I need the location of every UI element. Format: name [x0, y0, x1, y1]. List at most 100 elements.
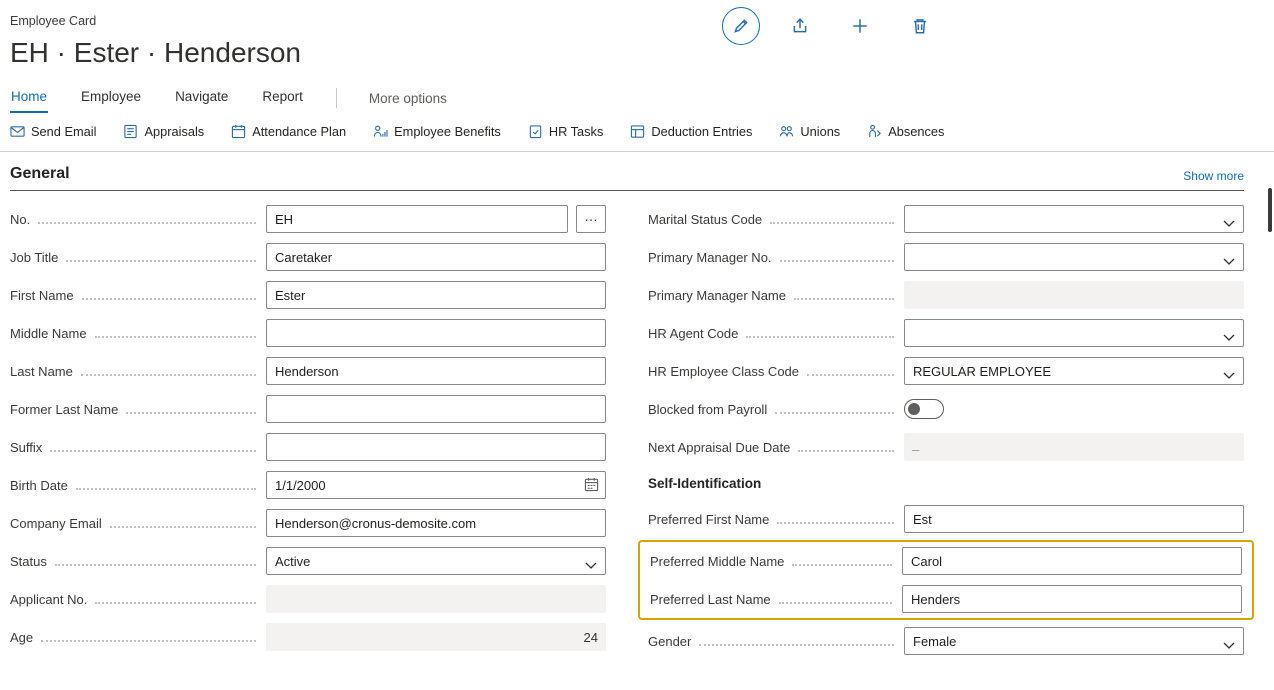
delete-button[interactable] — [900, 6, 940, 46]
no-input[interactable] — [266, 205, 568, 233]
field-row-preferred-first-name: Preferred First Name — [648, 500, 1244, 538]
field-label: Primary Manager Name — [648, 288, 786, 303]
hr-employee-class-code-value: REGULAR EMPLOYEE — [913, 364, 1051, 379]
hr-agent-code-select[interactable] — [904, 319, 1244, 347]
field-row-job-title: Job Title — [10, 238, 606, 276]
dotted-leader — [50, 450, 256, 452]
applicant-no-field — [266, 585, 606, 613]
field-label: First Name — [10, 288, 74, 303]
field-row-preferred-last-name: Preferred Last Name — [650, 580, 1242, 618]
tab-employee[interactable]: Employee — [80, 83, 142, 113]
dotted-leader — [82, 298, 256, 300]
former-last-name-input[interactable] — [266, 395, 606, 423]
field-row-gender: Gender Female — [648, 622, 1244, 660]
field-row-status: Status Active — [10, 542, 606, 580]
marital-status-code-select[interactable] — [904, 205, 1244, 233]
action-hr-tasks[interactable]: HR Tasks — [528, 124, 604, 139]
add-button[interactable] — [840, 6, 880, 46]
calendar-icon[interactable] — [584, 477, 599, 497]
action-appraisals[interactable]: Appraisals — [123, 124, 204, 139]
dotted-leader — [126, 412, 256, 414]
middle-name-input[interactable] — [266, 319, 606, 347]
tab-report[interactable]: Report — [261, 83, 304, 113]
general-section-header: General Show more — [10, 165, 1244, 191]
vertical-scrollbar[interactable] — [1268, 188, 1272, 232]
dotted-leader — [110, 526, 256, 528]
delete-icon — [911, 17, 929, 35]
dotted-leader — [38, 222, 256, 224]
action-employee-benefits[interactable]: Employee Benefits — [373, 124, 501, 139]
blocked-from-payroll-toggle[interactable] — [904, 399, 944, 419]
chevron-down-icon — [1223, 368, 1235, 383]
dotted-leader — [780, 260, 894, 262]
preferred-middle-name-input[interactable] — [902, 547, 1242, 575]
company-email-input[interactable] — [266, 509, 606, 537]
share-button[interactable] — [780, 6, 820, 46]
toggle-knob — [908, 403, 920, 415]
show-more-link[interactable]: Show more — [1183, 169, 1244, 183]
preferred-last-name-input[interactable] — [902, 585, 1242, 613]
field-row-no: No. … — [10, 200, 606, 238]
field-label: Preferred Middle Name — [650, 554, 784, 569]
more-options-button[interactable]: More options — [369, 91, 447, 106]
field-label: Blocked from Payroll — [648, 402, 767, 417]
primary-manager-no-select[interactable] — [904, 243, 1244, 271]
field-label: Middle Name — [10, 326, 87, 341]
action-unions[interactable]: Unions — [779, 124, 840, 139]
action-attendance-plan[interactable]: Attendance Plan — [231, 124, 346, 139]
field-label: Last Name — [10, 364, 73, 379]
field-label: HR Employee Class Code — [648, 364, 799, 379]
field-label: No. — [10, 212, 30, 227]
gender-select[interactable]: Female — [904, 627, 1244, 655]
field-label: Preferred Last Name — [650, 592, 771, 607]
preferred-first-name-input[interactable] — [904, 505, 1244, 533]
edit-button[interactable] — [722, 7, 760, 45]
action-send-email[interactable]: Send Email — [10, 124, 96, 139]
field-label: Suffix — [10, 440, 42, 455]
appraisals-icon — [123, 124, 138, 139]
share-icon — [791, 17, 809, 35]
field-row-suffix: Suffix — [10, 428, 606, 466]
action-label: HR Tasks — [549, 124, 604, 139]
action-absences[interactable]: Absences — [867, 124, 944, 139]
status-value: Active — [275, 554, 310, 569]
page-title: EH · Ester · Henderson — [10, 36, 1264, 70]
action-deduction-entries[interactable]: Deduction Entries — [630, 124, 752, 139]
field-label: Primary Manager No. — [648, 250, 772, 265]
age-value: 24 — [584, 630, 598, 645]
highlight-box: Preferred Middle Name Preferred Last Nam… — [638, 540, 1254, 620]
field-row-primary-manager-name: Primary Manager Name — [648, 276, 1244, 314]
job-title-input[interactable] — [266, 243, 606, 271]
chevron-down-icon — [1223, 638, 1235, 653]
page-header: Employee Card — [0, 0, 1274, 70]
field-label: Job Title — [10, 250, 58, 265]
assist-edit-button[interactable]: … — [576, 205, 606, 233]
field-label: Age — [10, 630, 33, 645]
field-row-middle-name: Middle Name — [10, 314, 606, 352]
hr-tasks-icon — [528, 124, 543, 139]
last-name-input[interactable] — [266, 357, 606, 385]
birth-date-input[interactable] — [266, 471, 606, 499]
suffix-input[interactable] — [266, 433, 606, 461]
field-row-hr-employee-class-code: HR Employee Class Code REGULAR EMPLOYEE — [648, 352, 1244, 390]
top-toolbar — [722, 6, 940, 46]
field-label: Gender — [648, 634, 691, 649]
chevron-down-icon — [1223, 254, 1235, 269]
page-caption: Employee Card — [10, 14, 1264, 28]
tab-divider — [336, 88, 337, 108]
action-label: Appraisals — [144, 124, 204, 139]
dotted-leader — [792, 564, 892, 566]
form-column-left: No. … Job Title First Name — [10, 200, 606, 660]
hr-employee-class-code-select[interactable]: REGULAR EMPLOYEE — [904, 357, 1244, 385]
status-select[interactable]: Active — [266, 547, 606, 575]
field-row-blocked-from-payroll: Blocked from Payroll — [648, 390, 1244, 428]
tab-navigate[interactable]: Navigate — [174, 83, 229, 113]
field-row-former-last-name: Former Last Name — [10, 390, 606, 428]
field-row-next-appraisal-due-date: Next Appraisal Due Date _ — [648, 428, 1244, 466]
first-name-input[interactable] — [266, 281, 606, 309]
section-title[interactable]: General — [10, 165, 70, 183]
dotted-leader — [699, 644, 894, 646]
tab-home[interactable]: Home — [10, 83, 48, 113]
field-row-birth-date: Birth Date — [10, 466, 606, 504]
action-label: Employee Benefits — [394, 124, 501, 139]
